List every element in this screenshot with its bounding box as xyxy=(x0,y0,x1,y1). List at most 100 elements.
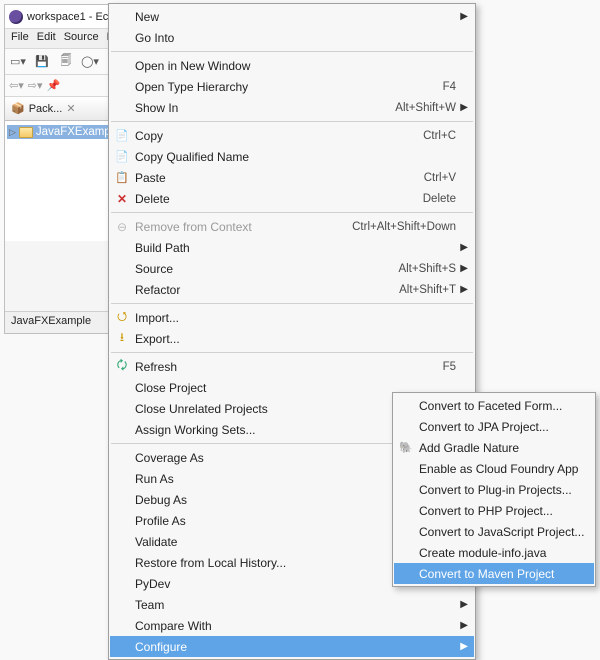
save-button[interactable]: 💾 xyxy=(33,53,51,71)
blank xyxy=(114,261,130,277)
submenu-item-convert-to-jpa-project[interactable]: Convert to JPA Project... xyxy=(394,416,594,437)
menu-item-label: Import... xyxy=(135,311,456,325)
menu-separator xyxy=(111,121,473,122)
submenu-item-convert-to-php-project[interactable]: Convert to PHP Project... xyxy=(394,500,594,521)
submenu-arrow-icon: ▶ xyxy=(460,599,468,610)
menu-item-label: Delete xyxy=(135,192,409,206)
blank xyxy=(114,576,130,592)
menu-item-open-type-hierarchy[interactable]: Open Type HierarchyF4 xyxy=(110,76,474,97)
menu-item-paste[interactable]: 📋PasteCtrl+V xyxy=(110,167,474,188)
submenu-arrow-icon: ▶ xyxy=(460,102,468,113)
menu-item-copy[interactable]: 📄 Copy Ctrl+C xyxy=(110,125,474,146)
blank xyxy=(114,380,130,396)
back-icon[interactable]: ⇦▾ xyxy=(9,79,24,92)
menu-item-label: Go Into xyxy=(135,31,456,45)
menu-item-label: Export... xyxy=(135,332,456,346)
menu-item-label: Convert to JPA Project... xyxy=(419,420,576,434)
menu-item-copy-qualified-name[interactable]: 📄 Copy Qualified Name xyxy=(110,146,474,167)
menu-item-configure[interactable]: Configure▶ xyxy=(110,636,474,657)
configure-submenu: Convert to Faceted Form... Convert to JPA… xyxy=(392,392,596,587)
close-tab-icon[interactable]: ✕ xyxy=(66,102,75,115)
submenu-item-convert-to-faceted-form[interactable]: Convert to Faceted Form... xyxy=(394,395,594,416)
menu-item-open-in-new-window[interactable]: Open in New Window xyxy=(110,55,474,76)
menu-item-label: Refactor xyxy=(135,283,385,297)
menu-item-accelerator: Alt+Shift+W xyxy=(395,102,456,114)
save-all-button[interactable]: 🗐 xyxy=(57,53,75,71)
submenu-item-create-module-info-java[interactable]: Create module-info.java xyxy=(394,542,594,563)
menu-file[interactable]: File xyxy=(11,31,29,46)
menu-source[interactable]: Source xyxy=(64,31,99,46)
window-title: workspace1 - Eclip xyxy=(27,11,119,23)
menu-separator xyxy=(111,303,473,304)
menu-separator xyxy=(111,51,473,52)
menu-item-label: Source xyxy=(135,262,384,276)
package-explorer-tab-label: Pack... xyxy=(29,103,63,115)
fwd-icon[interactable]: ⇨▾ xyxy=(28,79,43,92)
blank xyxy=(114,639,130,655)
menu-item-label: Copy xyxy=(135,129,409,143)
submenu-item-add-gradle-nature[interactable]: 🐘 Add Gradle Nature xyxy=(394,437,594,458)
menu-item-accelerator: Delete xyxy=(423,193,456,205)
submenu-item-convert-to-plug-in-projects[interactable]: Convert to Plug-in Projects... xyxy=(394,479,594,500)
blank xyxy=(114,618,130,634)
menu-separator xyxy=(111,352,473,353)
blank xyxy=(114,492,130,508)
new-button[interactable]: ▭▾ xyxy=(9,53,27,71)
menu-item-label: Build Path xyxy=(135,241,456,255)
menu-separator xyxy=(111,212,473,213)
menu-item-label: Show In xyxy=(135,101,381,115)
menu-item-accelerator: Alt+Shift+S xyxy=(398,263,456,275)
menu-item-label: Add Gradle Nature xyxy=(419,441,576,455)
menu-item-accelerator: Ctrl+C xyxy=(423,130,456,142)
submenu-item-enable-as-cloud-foundry-app[interactable]: Enable as Cloud Foundry App xyxy=(394,458,594,479)
blank xyxy=(398,419,414,435)
menu-item-delete[interactable]: ✕DeleteDelete xyxy=(110,188,474,209)
project-folder-icon xyxy=(19,127,33,138)
menu-item-accelerator: Ctrl+Alt+Shift+Down xyxy=(352,221,456,233)
menu-item-refactor[interactable]: RefactorAlt+Shift+T▶ xyxy=(110,279,474,300)
blank xyxy=(114,422,130,438)
blank xyxy=(114,471,130,487)
copy-icon: 📄 xyxy=(114,149,130,165)
expand-icon[interactable]: ▷ xyxy=(9,127,16,138)
pin-icon[interactable]: 📌 xyxy=(47,79,61,92)
menu-item-export[interactable]: ⭳Export... xyxy=(110,328,474,349)
copy-icon: 📄 xyxy=(114,128,130,144)
menu-item-show-in[interactable]: Show In Alt+Shift+W ▶ xyxy=(110,97,474,118)
menu-edit[interactable]: Edit xyxy=(37,31,56,46)
menu-item-accelerator: Ctrl+V xyxy=(424,172,456,184)
menu-item-build-path[interactable]: Build Path▶ xyxy=(110,237,474,258)
menu-item-label: Copy Qualified Name xyxy=(135,150,456,164)
menu-item-new[interactable]: New▶ xyxy=(110,6,474,27)
menu-item-label: Open in New Window xyxy=(135,59,456,73)
menu-item-accelerator: F5 xyxy=(443,361,456,373)
menu-item-accelerator: Alt+Shift+T xyxy=(399,284,456,296)
eclipse-logo-icon xyxy=(9,10,23,24)
submenu-arrow-icon: ▶ xyxy=(460,263,468,274)
menu-item-compare-with[interactable]: Compare With▶ xyxy=(110,615,474,636)
menu-item-import[interactable]: ⭯Import... xyxy=(110,307,474,328)
menu-item-accelerator: F4 xyxy=(443,81,456,93)
blank xyxy=(114,534,130,550)
submenu-arrow-icon: ▶ xyxy=(460,620,468,631)
submenu-item-convert-to-javascript-project[interactable]: Convert to JavaScript Project... xyxy=(394,521,594,542)
menu-item-source[interactable]: Source Alt+Shift+S ▶ xyxy=(110,258,474,279)
menu-item-label: Convert to Plug-in Projects... xyxy=(419,483,576,497)
menu-item-label: Configure xyxy=(135,640,456,654)
blank xyxy=(114,240,130,256)
menu-item-team[interactable]: Team▶ xyxy=(110,594,474,615)
blank xyxy=(398,503,414,519)
menu-item-go-into[interactable]: Go Into xyxy=(110,27,474,48)
blank xyxy=(114,513,130,529)
menu-item-label: Enable as Cloud Foundry App xyxy=(419,462,578,476)
menu-item-label: Convert to Faceted Form... xyxy=(419,399,576,413)
blank xyxy=(114,282,130,298)
gradle-icon: 🐘 xyxy=(398,440,414,456)
blank xyxy=(114,597,130,613)
user-button[interactable]: ◯▾ xyxy=(81,53,99,71)
blank xyxy=(114,79,130,95)
submenu-item-convert-to-maven-project[interactable]: Convert to Maven Project xyxy=(394,563,594,584)
package-icon: 📦 xyxy=(11,102,25,115)
blank xyxy=(398,461,414,477)
menu-item-refresh[interactable]: 🗘RefreshF5 xyxy=(110,356,474,377)
